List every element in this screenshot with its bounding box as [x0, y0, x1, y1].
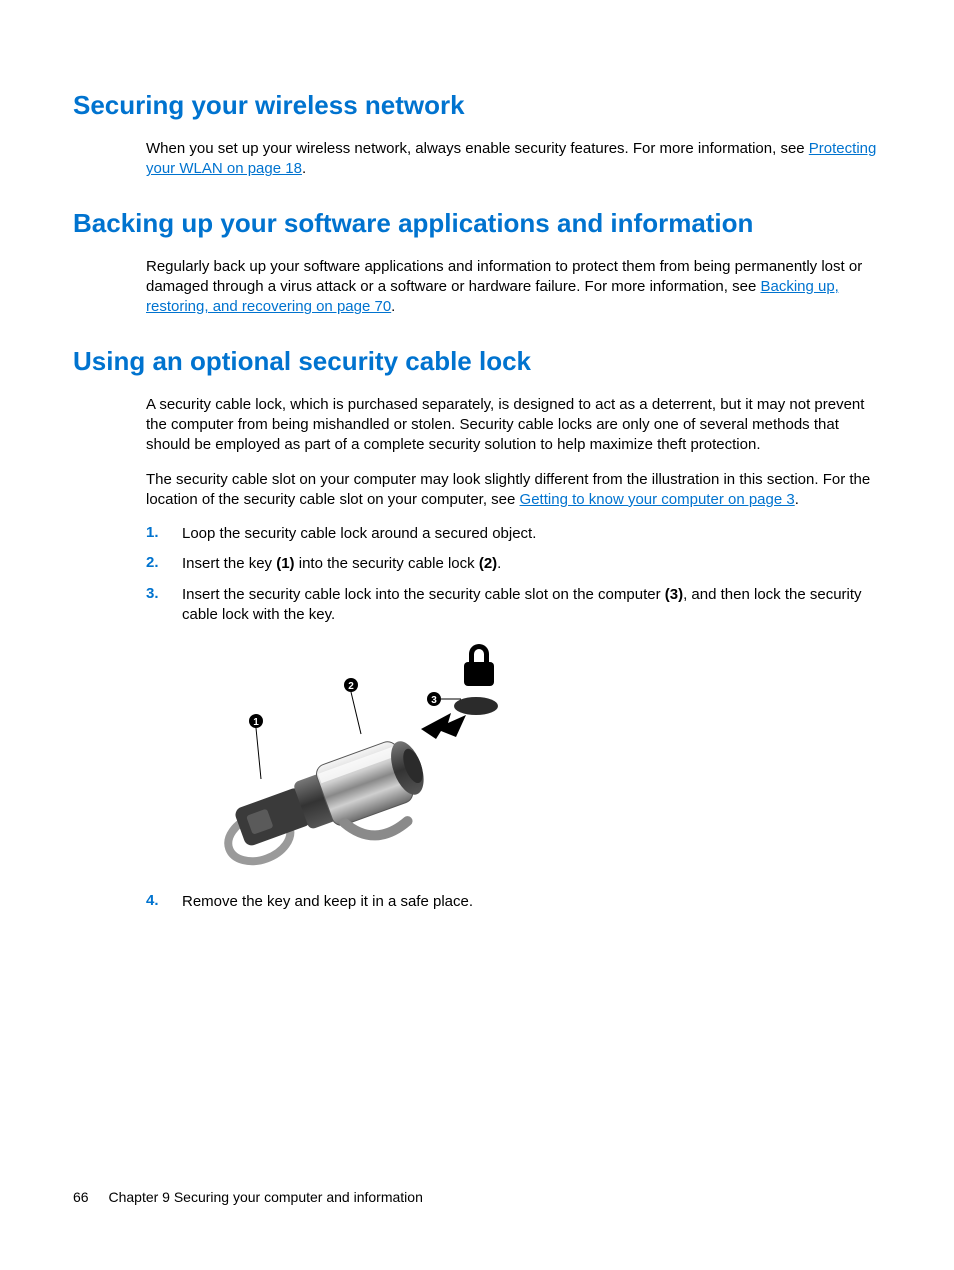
step-1: 1. Loop the security cable lock around a…: [146, 524, 881, 544]
slot-piece-icon: [454, 697, 498, 715]
heading-cable-lock: Using an optional security cable lock: [73, 346, 881, 377]
callout-2: 2: [344, 678, 361, 734]
step-number: 2.: [146, 554, 182, 571]
step-number: 4.: [146, 892, 182, 909]
chapter-title: Chapter 9 Securing your computer and inf…: [108, 1189, 422, 1205]
section-securing-wireless: Securing your wireless network When you …: [73, 90, 881, 180]
heading-securing-wireless: Securing your wireless network: [73, 90, 881, 121]
callout-1: 1: [249, 714, 263, 779]
arrow-icon: [421, 713, 466, 739]
page-number: 66: [73, 1189, 89, 1205]
step-number: 3.: [146, 585, 182, 602]
svg-text:2: 2: [348, 681, 354, 692]
step-text: Remove the key and keep it in a safe pla…: [182, 892, 473, 912]
step-text: Loop the security cable lock around a se…: [182, 524, 536, 544]
para-backing-up: Regularly back up your software applicat…: [146, 257, 881, 318]
page-footer: 66 Chapter 9 Securing your computer and …: [73, 1189, 423, 1205]
steps-list: 1. Loop the security cable lock around a…: [146, 524, 881, 625]
section-backing-up: Backing up your software applications an…: [73, 208, 881, 318]
section-cable-lock: Using an optional security cable lock A …: [73, 346, 881, 913]
step-4: 4. Remove the key and keep it in a safe …: [146, 892, 881, 912]
step-2: 2. Insert the key (1) into the security …: [146, 554, 881, 574]
heading-backing-up: Backing up your software applications an…: [73, 208, 881, 239]
step-text: Insert the security cable lock into the …: [182, 585, 881, 626]
para-cable-lock-1: A security cable lock, which is purchase…: [146, 395, 881, 456]
para-securing-wireless: When you set up your wireless network, a…: [146, 139, 881, 180]
svg-text:3: 3: [431, 695, 437, 706]
cable-lock-svg: 3 2: [186, 639, 546, 869]
padlock-icon: [464, 644, 494, 686]
step-text: Insert the key (1) into the security cab…: [182, 554, 501, 574]
step-number: 1.: [146, 524, 182, 541]
step-3: 3. Insert the security cable lock into t…: [146, 585, 881, 626]
para-cable-lock-2: The security cable slot on your computer…: [146, 470, 881, 511]
link-getting-to-know[interactable]: Getting to know your computer on page 3: [520, 491, 795, 508]
cable-lock-illustration: 3 2: [186, 639, 881, 874]
steps-list-continued: 4. Remove the key and keep it in a safe …: [146, 892, 881, 912]
lock-cylinder-icon: [213, 733, 439, 869]
svg-text:1: 1: [253, 717, 259, 728]
